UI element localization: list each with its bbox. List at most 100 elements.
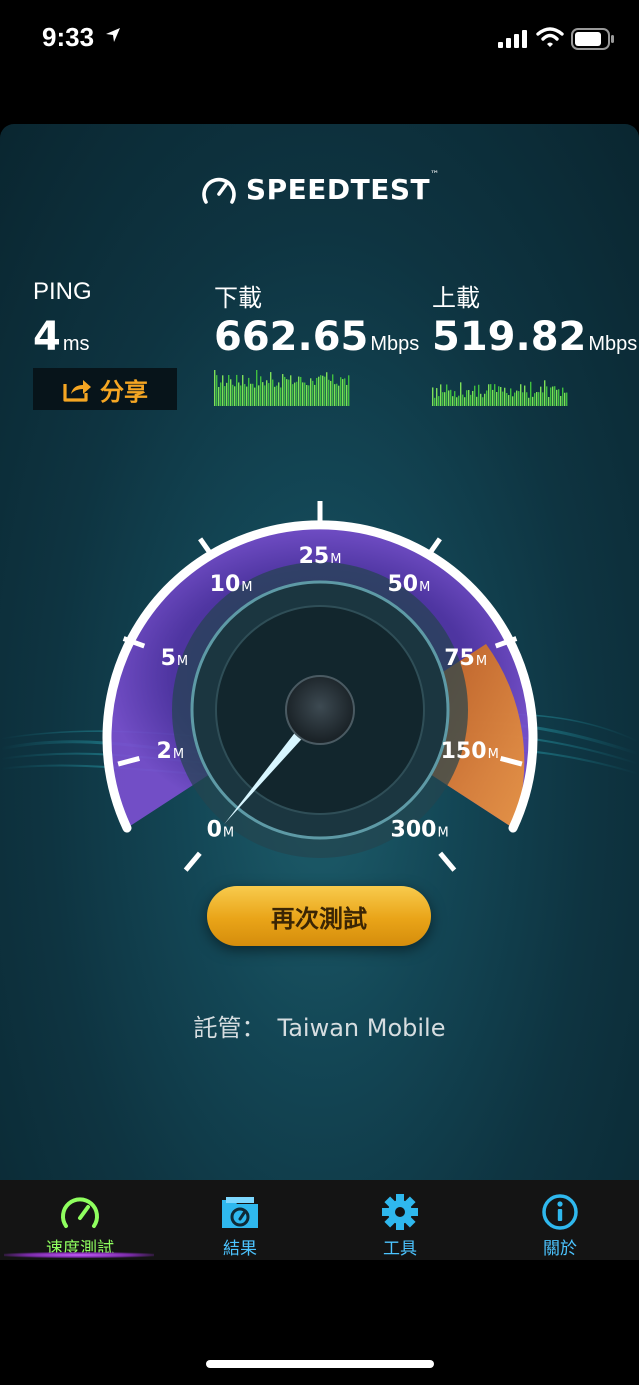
sparkline-bar xyxy=(326,372,328,406)
sparkline-bar xyxy=(494,384,496,406)
sparkline-bar xyxy=(488,384,490,406)
sparkline-bar xyxy=(322,375,324,406)
sparkline-bar xyxy=(230,379,232,406)
sparkline-bar xyxy=(318,376,320,406)
sparkline-bar xyxy=(224,386,226,406)
sparkline-bar xyxy=(450,389,452,406)
download-value: 662.65 xyxy=(214,314,369,360)
sparkline-bar xyxy=(300,376,302,406)
ping-value: 4 xyxy=(33,314,61,360)
sparkline-bar xyxy=(562,387,564,406)
sparkline-bar xyxy=(456,397,458,406)
tab-label-results: 結果 xyxy=(223,1239,257,1259)
sparkline-bar xyxy=(490,384,492,406)
sparkline-bar xyxy=(312,380,314,406)
sparkline-bar xyxy=(346,384,348,406)
sparkline-bar xyxy=(470,394,472,406)
share-button[interactable]: 分享 xyxy=(33,368,177,410)
sparkline-bar xyxy=(436,388,438,406)
sparkline-bar xyxy=(536,391,538,406)
sparkline-bar xyxy=(452,396,454,406)
sparkline-bar xyxy=(556,389,558,406)
sparkline-bar xyxy=(548,397,550,406)
sparkline-bar xyxy=(260,376,262,406)
sparkline-bar xyxy=(460,382,462,406)
sparkline-bar xyxy=(342,379,344,406)
tab-speedtest[interactable]: 速度測試 xyxy=(0,1180,160,1260)
sparkline-bar xyxy=(264,385,266,406)
sparkline-bar xyxy=(476,396,478,406)
tab-results[interactable]: 結果 xyxy=(160,1180,320,1260)
sparkline-bar xyxy=(280,387,282,406)
sparkline-bar xyxy=(478,384,480,406)
speedometer-logo-icon xyxy=(202,177,236,204)
sparkline-bar xyxy=(310,378,312,406)
upload-value: 519.82 xyxy=(432,314,587,360)
sparkline-bar xyxy=(516,390,518,406)
sparkline-bar xyxy=(274,386,276,406)
sparkline-bar xyxy=(282,374,284,406)
info-icon xyxy=(542,1194,578,1230)
sparkline-bar xyxy=(492,389,494,406)
sparkline-bar xyxy=(246,386,248,406)
share-icon xyxy=(63,380,91,402)
sparkline-bar xyxy=(330,380,332,406)
sparkline-bar xyxy=(244,384,246,406)
sparkline-bar xyxy=(484,393,486,406)
sparkline-bar xyxy=(468,390,470,406)
tab-label-tools: 工具 xyxy=(383,1239,417,1259)
sparkline-bar xyxy=(250,383,252,406)
sparkline-bar xyxy=(462,394,464,406)
active-tab-indicator xyxy=(4,1252,154,1258)
download-label: 下載 xyxy=(214,285,262,312)
retest-button[interactable]: 再次測試 xyxy=(207,886,431,946)
sparkline-bar xyxy=(546,386,548,406)
speedometer-icon xyxy=(61,1197,99,1228)
sparkline-bar xyxy=(278,382,280,406)
home-indicator xyxy=(206,1360,434,1368)
share-label: 分享 xyxy=(100,377,148,406)
logo-text: SPEEDTEST xyxy=(245,172,431,206)
cellular-signal-icon xyxy=(498,30,527,48)
location-arrow-icon xyxy=(106,28,120,42)
host-info: 託管： Taiwan Mobile xyxy=(0,1008,639,1043)
upload-label: 上載 xyxy=(432,285,480,312)
sparkline-bar xyxy=(500,387,502,406)
speedtest-app-panel: SPEEDTEST™ PING 4 ms 分享 下載 662.65 Mbps 上載 … xyxy=(0,124,639,1180)
tab-tools[interactable]: 工具 xyxy=(320,1180,480,1260)
sparkline-bar xyxy=(526,392,528,406)
sparkline-bar xyxy=(540,386,542,406)
host-name[interactable]: Taiwan Mobile xyxy=(278,1014,446,1042)
sparkline-bar xyxy=(534,393,536,406)
sparkline-bar xyxy=(544,380,546,406)
sparkline-bar xyxy=(506,393,508,406)
download-sparkline xyxy=(214,370,350,406)
battery-icon xyxy=(571,28,614,50)
sparkline-bar xyxy=(550,387,552,406)
tab-about[interactable]: 關於 xyxy=(480,1180,639,1260)
sparkline-bar xyxy=(308,385,310,406)
download-unit: Mbps xyxy=(370,333,420,355)
sparkline-bar xyxy=(290,375,292,406)
sparkline-bar xyxy=(538,392,540,406)
sparkline-bar xyxy=(528,397,530,406)
sparkline-bar xyxy=(348,375,350,406)
sparkline-bar xyxy=(276,385,278,406)
gear-icon xyxy=(382,1194,418,1230)
sparkline-bar xyxy=(332,374,334,406)
speed-gauge: 0M2M5M10M25M50M75M150M300M xyxy=(0,501,639,872)
sparkline-bar xyxy=(254,387,256,406)
sparkline-bar xyxy=(228,374,230,406)
sparkline-bar xyxy=(266,380,268,406)
sparkline-bar xyxy=(268,383,270,406)
sparkline-bar xyxy=(258,385,260,406)
status-time: 9:33 xyxy=(42,22,95,52)
sparkline-bar xyxy=(320,375,322,406)
sparkline-bar xyxy=(256,370,258,406)
sparkline-bar xyxy=(510,388,512,406)
sparkline-bar xyxy=(486,390,488,406)
ping-label: PING xyxy=(33,278,92,305)
sparkline-bar xyxy=(220,382,222,406)
host-label: 託管： xyxy=(193,1014,266,1042)
sparkline-bar xyxy=(448,390,450,406)
